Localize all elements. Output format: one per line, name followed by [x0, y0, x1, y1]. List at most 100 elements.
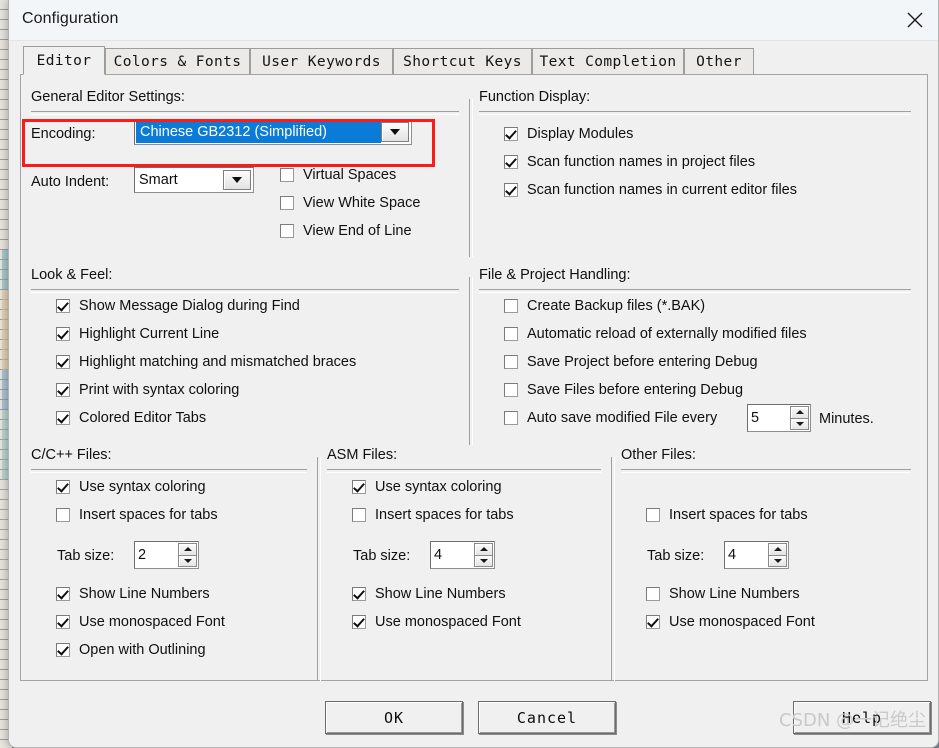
asm-tab-size-stepper[interactable]: 4	[430, 541, 495, 569]
checkbox-automatic-reload[interactable]: Automatic reload of externally modified …	[504, 327, 807, 342]
checkbox-ccpp-show-line-numbers[interactable]: Show Line Numbers	[56, 587, 210, 602]
checkbox-label: Use syntax coloring	[375, 479, 502, 495]
checkbox-box	[504, 411, 518, 426]
other-tab-size-label: Tab size:	[647, 548, 705, 564]
checkbox-ccpp-open-with-outlining[interactable]: Open with Outlining	[56, 643, 206, 658]
checkbox-label: Scan function names in project files	[527, 154, 756, 170]
checkbox-box	[56, 299, 70, 314]
checkbox-label: Insert spaces for tabs	[375, 507, 514, 523]
ccpp-tab-size-stepper[interactable]: 2	[134, 541, 199, 569]
checkbox-save-project-before-debug[interactable]: Save Project before entering Debug	[504, 355, 758, 370]
checkbox-print-syntax-coloring[interactable]: Print with syntax coloring	[56, 383, 239, 398]
checkbox-box	[504, 327, 518, 342]
checkbox-ccpp-use-monospaced[interactable]: Use monospaced Font	[56, 615, 225, 630]
checkbox-ccpp-insert-spaces[interactable]: Insert spaces for tabs	[56, 508, 218, 523]
auto-indent-label: Auto Indent:	[31, 174, 110, 190]
checkbox-view-end-of-line[interactable]: View End of Line	[280, 224, 412, 239]
checkbox-label: Save Files before entering Debug	[527, 382, 744, 398]
stepper-buttons[interactable]	[768, 543, 787, 567]
checkbox-box	[352, 587, 366, 602]
checkbox-view-white-space[interactable]: View White Space	[280, 196, 420, 211]
checkbox-asm-use-monospaced[interactable]: Use monospaced Font	[352, 615, 521, 630]
checkbox-label: Print with syntax coloring	[79, 382, 240, 398]
window-title: Configuration	[22, 10, 119, 27]
stepper-down-icon[interactable]	[474, 555, 493, 567]
group-vertical-divider	[469, 277, 473, 445]
stepper-up-icon[interactable]	[178, 543, 197, 556]
other-tab-size-stepper[interactable]: 4	[724, 541, 789, 569]
checkbox-box	[504, 383, 518, 398]
ok-button-label: OK	[383, 708, 405, 727]
checkbox-colored-editor-tabs[interactable]: Colored Editor Tabs	[56, 411, 206, 426]
ok-button[interactable]: OK	[325, 701, 463, 734]
autosave-minutes-stepper[interactable]: 5	[747, 404, 811, 432]
checkbox-box	[56, 355, 70, 370]
checkbox-scan-project-files[interactable]: Scan function names in project files	[504, 155, 755, 170]
stepper-up-icon[interactable]	[768, 543, 787, 556]
stepper-buttons[interactable]	[474, 543, 493, 567]
checkbox-highlight-current-line[interactable]: Highlight Current Line	[56, 327, 219, 342]
checkbox-virtual-spaces[interactable]: Virtual Spaces	[280, 168, 396, 183]
checkbox-ccpp-use-syntax-coloring[interactable]: Use syntax coloring	[56, 480, 206, 495]
stepper-down-icon[interactable]	[178, 555, 197, 567]
checkbox-box	[352, 480, 366, 495]
checkbox-asm-show-line-numbers[interactable]: Show Line Numbers	[352, 587, 506, 602]
auto-indent-combobox[interactable]: Smart	[134, 167, 254, 193]
checkbox-show-message-dialog[interactable]: Show Message Dialog during Find	[56, 299, 300, 314]
checkbox-box	[646, 587, 660, 602]
checkbox-other-use-monospaced[interactable]: Use monospaced Font	[646, 615, 815, 630]
close-icon[interactable]	[891, 0, 938, 39]
checkbox-label: Use syntax coloring	[79, 479, 206, 495]
group-vertical-divider	[469, 99, 473, 257]
checkbox-box	[504, 183, 518, 198]
checkbox-auto-save-modified[interactable]: Auto save modified File every	[504, 411, 717, 426]
stepper-buttons[interactable]	[178, 543, 197, 567]
cancel-button[interactable]: Cancel	[478, 701, 616, 734]
other-tab-size-value: 4	[728, 547, 737, 563]
checkbox-box	[280, 196, 294, 211]
checkbox-other-show-line-numbers[interactable]: Show Line Numbers	[646, 587, 800, 602]
chevron-down-icon[interactable]	[381, 122, 409, 142]
stepper-down-icon[interactable]	[790, 418, 809, 430]
checkbox-save-files-before-debug[interactable]: Save Files before entering Debug	[504, 383, 743, 398]
chevron-down-icon[interactable]	[223, 170, 251, 190]
checkbox-asm-use-syntax-coloring[interactable]: Use syntax coloring	[352, 480, 502, 495]
encoding-label: Encoding:	[31, 126, 96, 142]
checkbox-box	[646, 615, 660, 630]
group-title: C/C++ Files:	[31, 447, 112, 463]
group-function-display: Function Display: Display Modules Scan f…	[469, 89, 921, 257]
checkbox-other-insert-spaces[interactable]: Insert spaces for tabs	[646, 508, 808, 523]
checkbox-box	[646, 508, 660, 523]
checkbox-box	[504, 155, 518, 170]
checkbox-box	[504, 355, 518, 370]
checkbox-scan-editor-files[interactable]: Scan function names in current editor fi…	[504, 183, 797, 198]
checkbox-box	[56, 411, 70, 426]
stepper-buttons[interactable]	[790, 406, 809, 430]
group-asm-files: ASM Files: Use syntax coloring Insert sp…	[317, 447, 611, 681]
stepper-up-icon[interactable]	[474, 543, 493, 556]
help-button-label: Help	[841, 708, 883, 727]
checkbox-box	[56, 587, 70, 602]
group-title: File & Project Handling:	[479, 267, 631, 283]
checkbox-asm-insert-spaces[interactable]: Insert spaces for tabs	[352, 508, 514, 523]
encoding-combobox[interactable]: Chinese GB2312 (Simplified)	[134, 119, 412, 145]
checkbox-label: Create Backup files (*.BAK)	[527, 298, 706, 314]
checkbox-box	[504, 299, 518, 314]
stepper-down-icon[interactable]	[768, 555, 787, 567]
checkbox-display-modules[interactable]: Display Modules	[504, 127, 633, 142]
tab-other[interactable]: Other	[684, 48, 754, 74]
tab-editor[interactable]: Editor	[23, 46, 105, 75]
stepper-up-icon[interactable]	[790, 406, 809, 419]
group-divider	[479, 111, 911, 115]
checkbox-create-backup-files[interactable]: Create Backup files (*.BAK)	[504, 299, 705, 314]
checkbox-label: Use monospaced Font	[375, 614, 521, 630]
tab-text-completion[interactable]: Text Completion	[532, 48, 684, 74]
tab-user-keywords[interactable]: User Keywords	[250, 48, 393, 74]
asm-tab-size-value: 4	[434, 547, 443, 563]
help-button[interactable]: Help	[793, 701, 931, 734]
group-vertical-divider	[317, 457, 321, 681]
tab-colors-fonts[interactable]: Colors & Fonts	[105, 48, 250, 74]
checkbox-highlight-braces[interactable]: Highlight matching and mismatched braces	[56, 355, 356, 370]
tab-shortcut-keys[interactable]: Shortcut Keys	[393, 48, 532, 74]
checkbox-label: Colored Editor Tabs	[79, 410, 207, 426]
